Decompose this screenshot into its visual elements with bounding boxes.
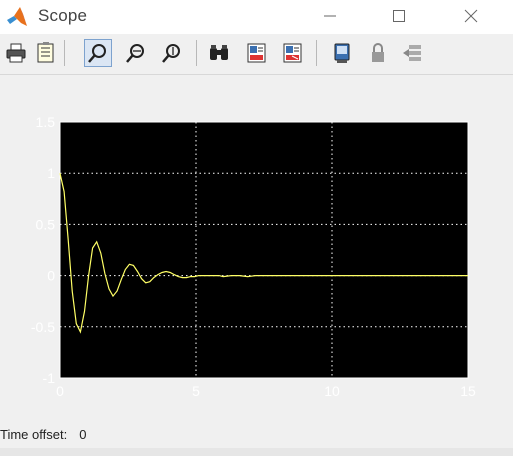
save-axes-settings-icon: [247, 43, 266, 63]
close-icon: [464, 9, 478, 23]
window-title: Scope: [38, 6, 88, 25]
zoom-y-icon: [162, 44, 180, 63]
scope-window: Scope 1.5 1 0.5 0 -0.5 -1 0 5 10 15 Time…: [0, 0, 513, 456]
x-tick-label: 15: [460, 383, 476, 399]
floating-scope-icon: [334, 43, 350, 63]
y-tick-label: 0: [47, 268, 55, 284]
toolbar-separator: [196, 40, 197, 66]
zoom-y-button[interactable]: [158, 39, 186, 67]
signal-selection-icon: [403, 45, 421, 61]
time-offset-readout: Time offset: 0: [0, 427, 86, 442]
y-tick-label: -0.5: [31, 319, 55, 335]
zoom-x-icon: [126, 44, 144, 63]
x-tick-label: 5: [192, 383, 200, 399]
toolbar-separator: [64, 40, 65, 66]
y-tick-label: 1: [47, 165, 55, 181]
minimize-icon: [324, 15, 336, 17]
lock-axes-button[interactable]: [364, 39, 392, 67]
zoom-x-button[interactable]: [122, 39, 150, 67]
x-tick-label: 0: [56, 383, 64, 399]
print-button[interactable]: [2, 39, 30, 67]
scope-plot[interactable]: 1.510.50-0.5-10 5 10 15: [0, 75, 513, 448]
parameters-icon: [37, 42, 54, 63]
figure-area: 1.5 1 0.5 0 -0.5 -1 0 5 10 15: [0, 75, 513, 448]
save-axes-settings-button[interactable]: [243, 39, 271, 67]
time-offset-value: 0: [79, 427, 87, 442]
maximize-icon: [393, 10, 405, 22]
signal-selection-button[interactable]: [398, 39, 426, 67]
y-tick-label: 1.5: [36, 114, 56, 130]
minimize-button[interactable]: [307, 0, 353, 32]
toolbar-separator: [316, 40, 317, 66]
restore-axes-settings-icon: [283, 43, 302, 63]
plot-axes-box: [59, 121, 469, 379]
title-bar[interactable]: Scope: [0, 0, 513, 34]
zoom-button[interactable]: [84, 39, 112, 67]
print-icon: [6, 43, 26, 63]
scope-toolbar: [0, 34, 513, 75]
autoscale-button[interactable]: [205, 39, 233, 67]
maximize-button[interactable]: [376, 0, 422, 32]
restore-axes-settings-button[interactable]: [279, 39, 307, 67]
zoom-icon: [88, 44, 106, 63]
x-tick-label: 10: [324, 383, 340, 399]
lock-icon: [372, 43, 384, 62]
parameters-button[interactable]: [32, 39, 60, 67]
y-tick-label: -1: [43, 370, 56, 386]
close-button[interactable]: [448, 0, 494, 32]
matlab-logo-icon: [7, 7, 27, 26]
floating-scope-button[interactable]: [328, 39, 356, 67]
time-offset-label: Time offset:: [0, 427, 68, 442]
bottom-edge: [0, 448, 513, 456]
autoscale-icon: [210, 45, 228, 60]
y-tick-label: 0.5: [36, 216, 56, 232]
